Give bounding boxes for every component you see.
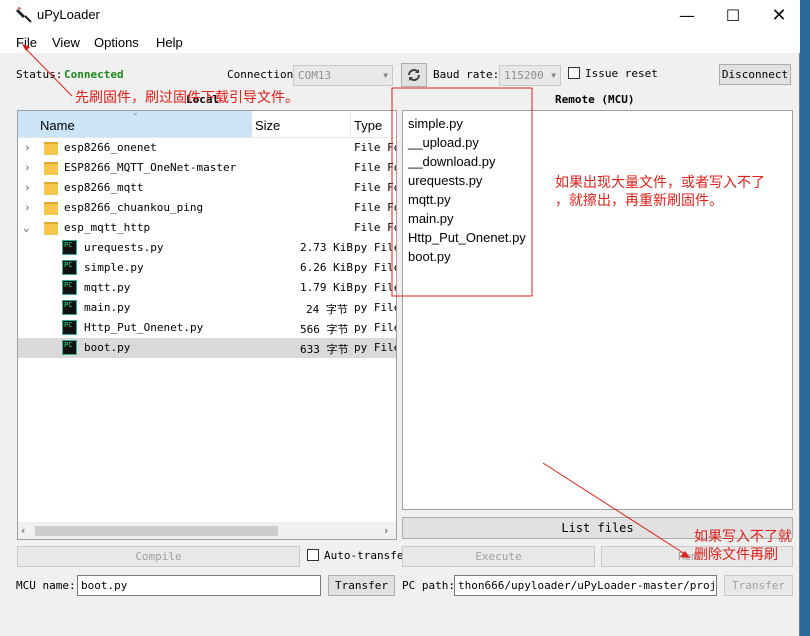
annotation-line: 如果写入不了就 [694, 529, 792, 545]
annotation-text-delete: 如果写入不了就 删除文件再刷 [694, 528, 810, 564]
annotation-arrow [23, 46, 73, 97]
annotation-line: 如果出现大量文件，或者写入不了 [555, 175, 765, 191]
annotation-line: 删除文件再刷 [694, 547, 778, 563]
arrow-head-icon [22, 44, 30, 51]
annotation-box [391, 87, 533, 297]
annotation-text-erase: 如果出现大量文件，或者写入不了 ，就擦出，再重新刷固件。 [555, 174, 765, 210]
annotation-line: ，就擦出，再重新刷固件。 [555, 193, 723, 209]
annotation-arrow [542, 462, 689, 557]
annotation-text-flash: 先刷固件，刷过固件下载引导文件。 [75, 90, 299, 106]
